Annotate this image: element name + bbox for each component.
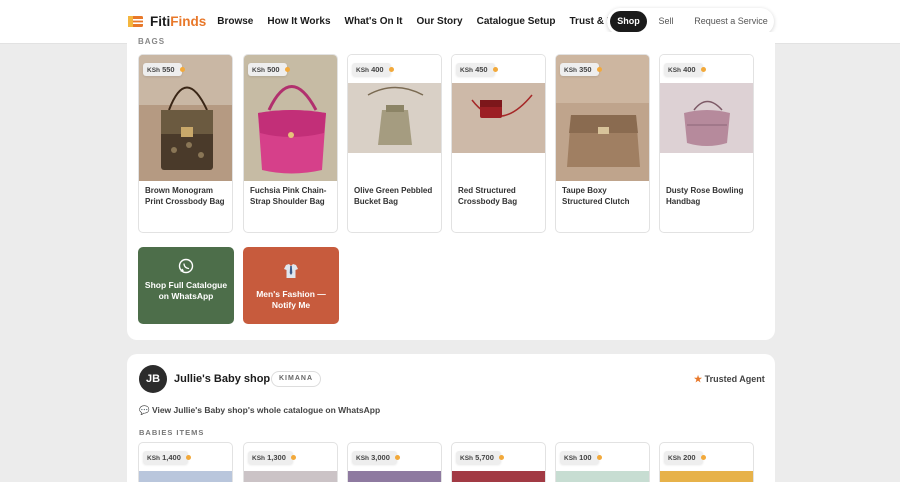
nav-link-catalogue-setup[interactable]: Catalogue Setup [477,16,556,27]
price-tag: KSh 5,700 [456,451,504,464]
mens-fashion-notify-button[interactable]: Men's Fashion — Notify Me [243,247,339,324]
product-card[interactable]: KSh 450 Red Structured Crossbody Bag [451,54,546,233]
product-image: KSh 500 [244,55,337,181]
product-card[interactable]: KSh 100 [555,442,650,482]
mens-fashion-label: Men's Fashion — Notify Me [256,289,326,310]
product-name: Dusty Rose Bowling Handbag [666,186,744,206]
product-name: Taupe Boxy Structured Clutch [562,186,630,206]
product-image [660,471,753,482]
price-tag: KSh 100 [560,451,602,464]
product-image [452,471,545,482]
product-name: Brown Monogram Print Crossbody Bag [145,186,225,206]
price-tag: KSh 450 [456,63,498,76]
whatsapp-catalogue-button[interactable]: Shop Full Catalogue on WhatsApp [138,247,234,324]
category-label: BAGS [138,37,166,45]
location-badge: KIMANA [271,371,321,387]
price-tag: KSh 350 [560,63,602,76]
product-image: KSh 450 [452,55,545,181]
brand-logo[interactable]: FitiFinds [128,14,206,29]
nav-link-browse[interactable]: Browse [217,16,253,27]
product-card[interactable]: KSh 500 Fuchsia Pink Chain-Strap Shoulde… [243,54,338,233]
price-tag: KSh 400 [352,63,394,76]
request-service-button[interactable]: Request a Service [691,11,771,32]
price-tag: KSh 500 [248,63,290,76]
product-image [244,471,337,482]
mode-toggle: Shop Sell Request a Service [607,8,774,35]
avatar: JB [139,365,167,393]
nav-link-our-story[interactable]: Our Story [416,16,462,27]
view-whatsapp-catalogue-link[interactable]: 💬 View Jullie's Baby shop's whole catalo… [139,405,380,416]
product-image [139,471,232,482]
product-image: KSh 550 [139,55,232,181]
shop-toggle-button[interactable]: Shop [610,11,647,32]
trusted-agent-badge: ★ Trusted Agent [694,374,765,384]
price-tag: KSh 1,400 [143,451,191,464]
price-tag: KSh 1,300 [248,451,296,464]
nav-link-how-it-works[interactable]: How It Works [267,16,330,27]
product-name: Red Structured Crossbody Bag [458,186,518,206]
product-card[interactable]: KSh 5,700 [451,442,546,482]
product-image: KSh 400 [660,55,753,181]
product-card[interactable]: KSh 200 [659,442,754,482]
category-label: BABIES ITEMS [139,428,205,437]
product-card[interactable]: KSh 550 Brown Monogram Print Crossbody B… [138,54,233,233]
shirt-tie-icon [284,264,298,278]
brand-name: FitiFinds [150,14,207,29]
product-card[interactable]: KSh 350 Taupe Boxy Structured Clutch [555,54,650,233]
nav-link-whats-on-it[interactable]: What's On It [345,16,403,27]
agent-shop-name[interactable]: Jullie's Baby shop [174,373,270,385]
price-tag: KSh 400 [664,63,706,76]
product-image [556,471,649,482]
product-card[interactable]: KSh 1,400 [138,442,233,482]
product-card[interactable]: KSh 400 Dusty Rose Bowling Handbag [659,54,754,233]
product-card[interactable]: KSh 3,000 [347,442,442,482]
product-card[interactable]: KSh 1,300 [243,442,338,482]
product-name: Olive Green Pebbled Bucket Bag [354,186,433,206]
product-image: KSh 350 [556,55,649,181]
price-tag: KSh 550 [143,63,185,76]
sell-toggle-button[interactable]: Sell [653,11,679,32]
nav-links: Browse How It Works What's On It Our Sto… [216,16,640,27]
price-tag: KSh 200 [664,451,706,464]
product-image [348,471,441,482]
product-card[interactable]: KSh 400 Olive Green Pebbled Bucket Bag [347,54,442,233]
product-name: Fuchsia Pink Chain-Strap Shoulder Bag [250,186,327,206]
whatsapp-catalogue-label: Shop Full Catalogue on WhatsApp [144,280,228,301]
star-icon: ★ [694,374,703,384]
price-tag: KSh 3,000 [352,451,400,464]
striped-flag-icon [128,16,143,27]
product-image: KSh 400 [348,55,441,181]
whatsapp-icon [178,258,194,274]
